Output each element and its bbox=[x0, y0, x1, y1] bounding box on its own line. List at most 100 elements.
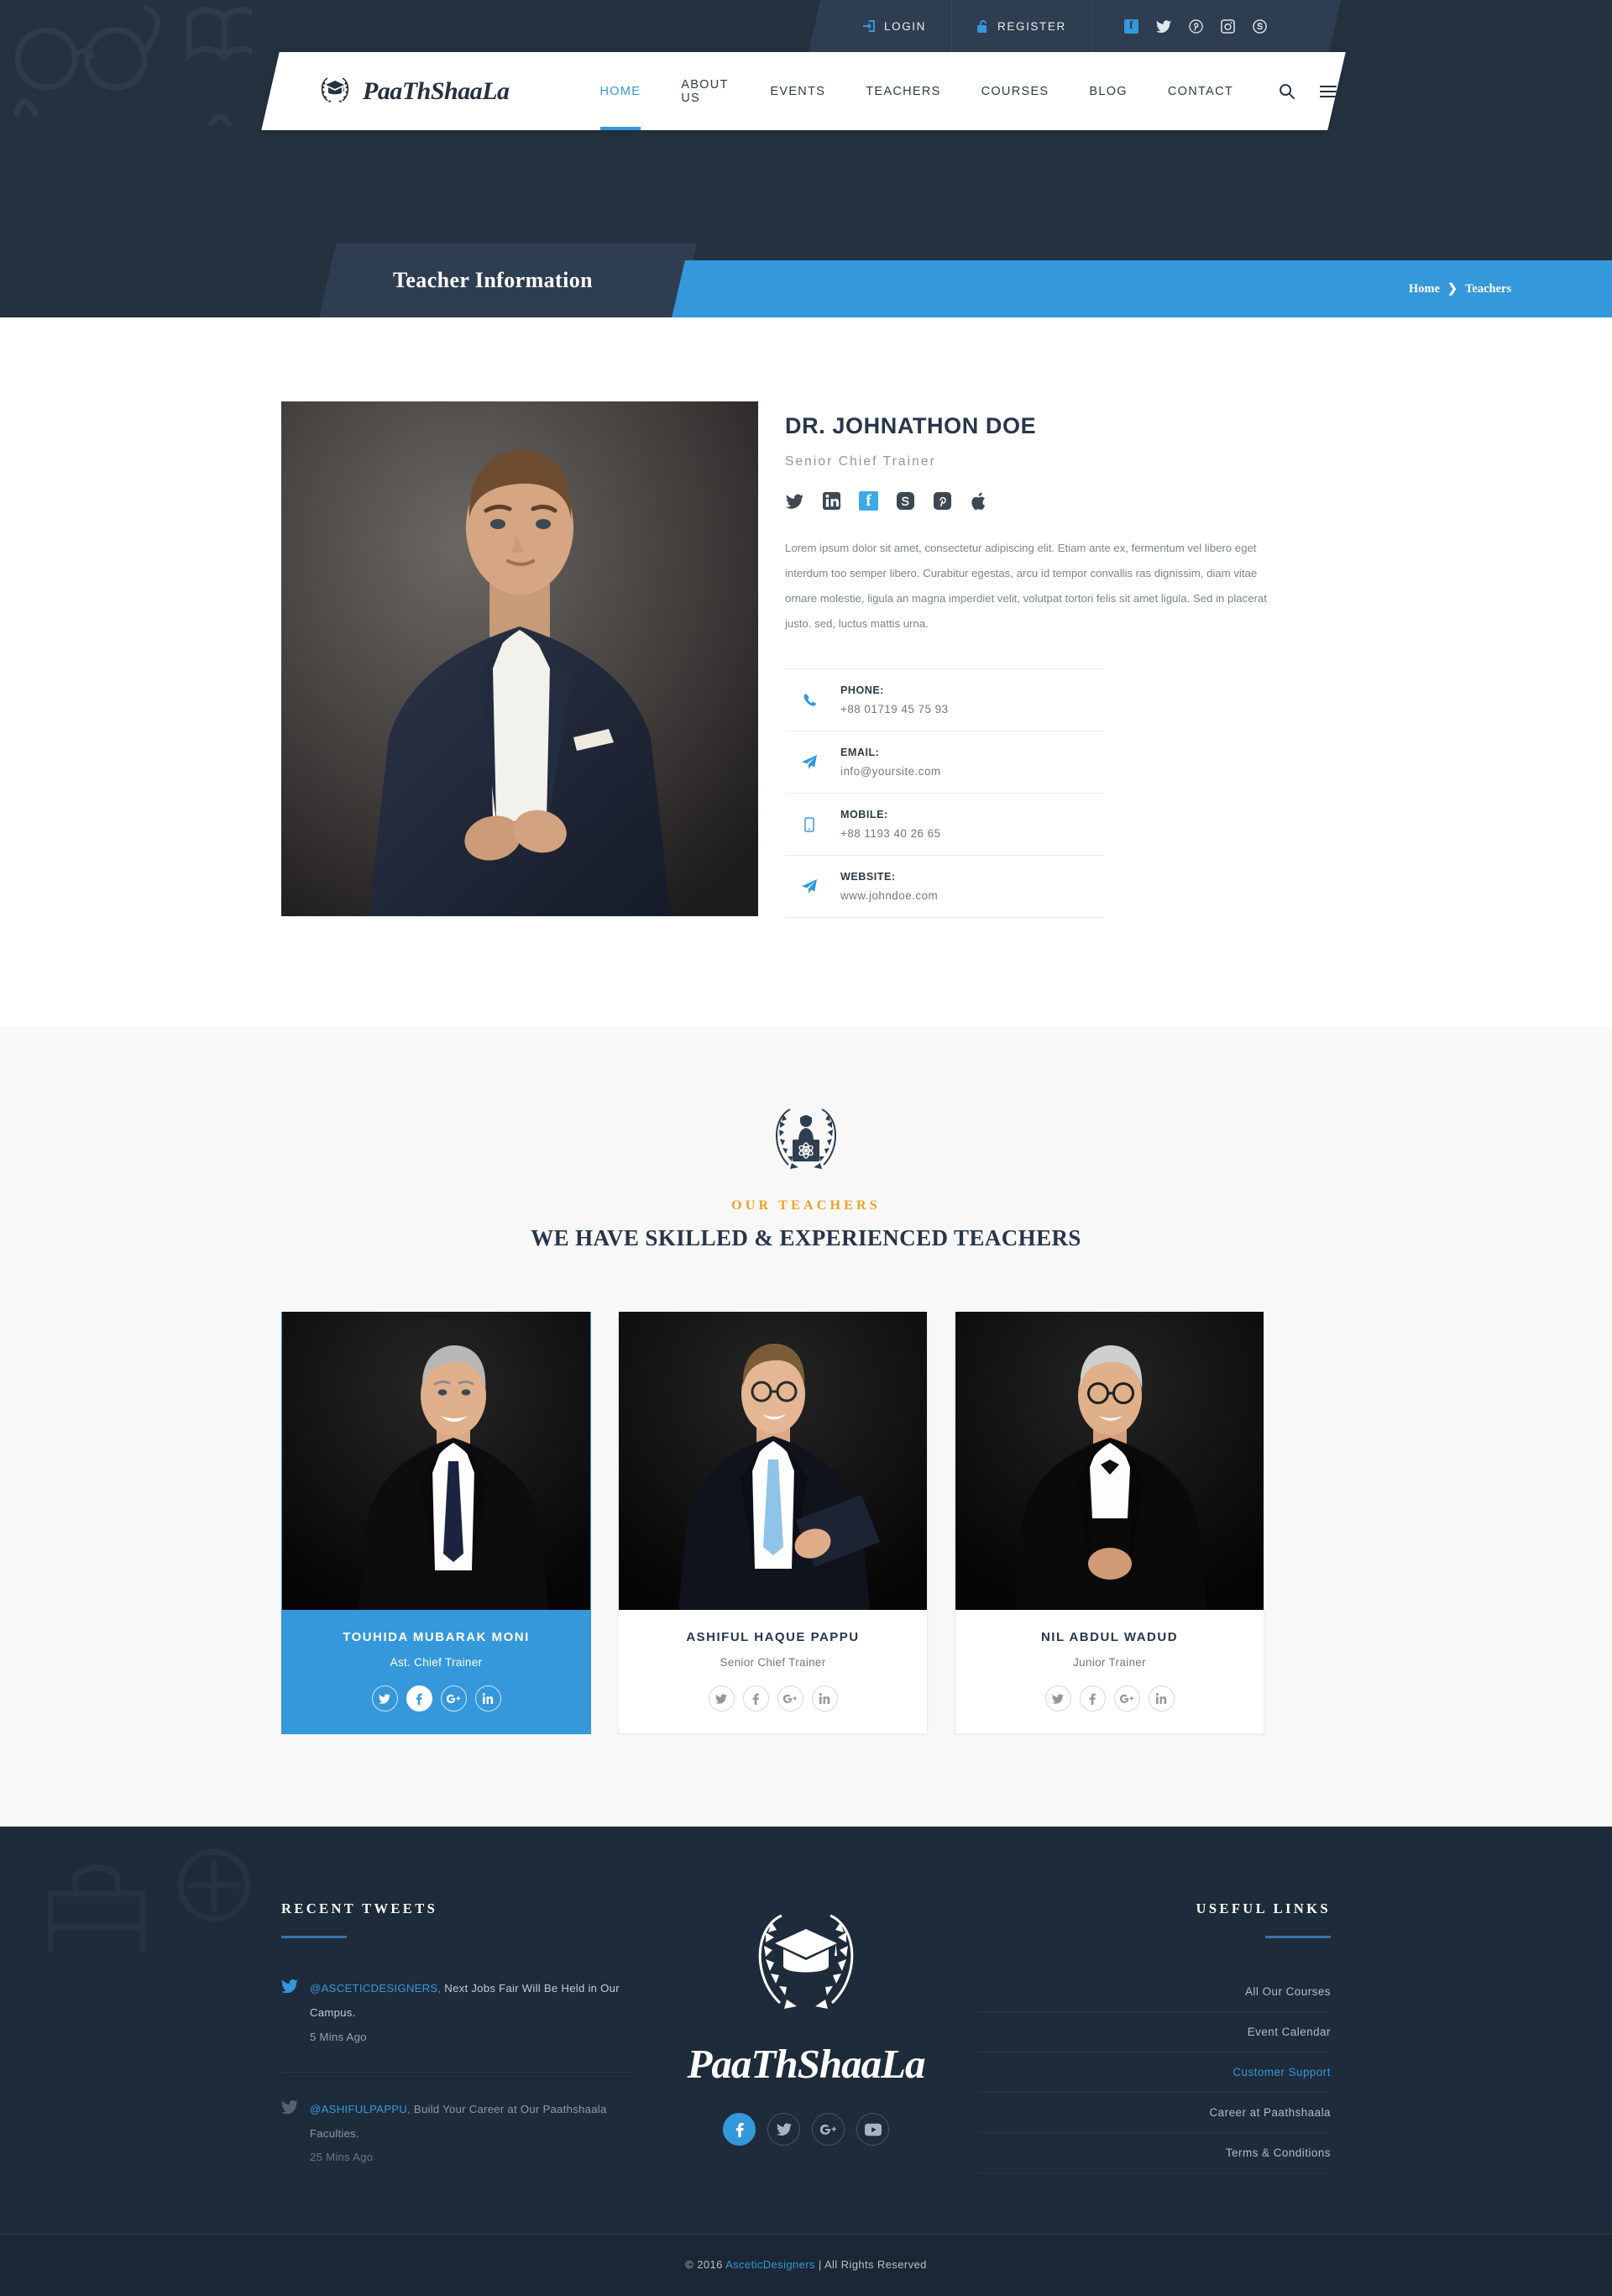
twitter-icon[interactable] bbox=[1044, 1685, 1071, 1712]
teacher-profile-section: DR. JOHNATHON DOE Senior Chief Trainer f bbox=[0, 317, 1612, 1028]
teacher-card[interactable]: NIL ABDUL WADUD Junior Trainer bbox=[955, 1312, 1264, 1735]
topbar-social-list: f bbox=[1092, 18, 1267, 34]
teacher-card-socials bbox=[627, 1685, 919, 1712]
teacher-card[interactable]: TOUHIDA MUBARAK MONI Ast. Chief Trainer bbox=[281, 1312, 591, 1735]
graduation-cap-wreath-icon bbox=[743, 1904, 869, 2030]
skype-icon[interactable] bbox=[1253, 18, 1267, 34]
footer-tweets-column: RECENT TWEETS @ASCETICDESIGNERS, Next Jo… bbox=[281, 1900, 634, 2173]
pinterest-icon[interactable] bbox=[1189, 18, 1203, 34]
twitter-icon bbox=[281, 2098, 298, 2170]
copyright-pre: © 2016 bbox=[685, 2258, 726, 2272]
twitter-icon[interactable] bbox=[785, 491, 804, 511]
contact-value[interactable]: +88 01719 45 75 93 bbox=[840, 703, 949, 716]
contact-value[interactable]: +88 1193 40 26 65 bbox=[840, 827, 941, 840]
breadcrumb-home[interactable]: Home bbox=[1409, 282, 1440, 296]
nav-item-home[interactable]: HOME bbox=[580, 52, 662, 130]
contact-label: EMAIL: bbox=[840, 747, 880, 759]
google-plus-icon[interactable] bbox=[812, 2113, 845, 2147]
google-plus-icon[interactable] bbox=[777, 1685, 803, 1712]
nav-item-events[interactable]: EVENTS bbox=[750, 52, 845, 130]
contact-value[interactable]: info@yoursite.com bbox=[840, 765, 941, 778]
twitter-icon[interactable] bbox=[767, 2113, 800, 2147]
graduation-cap-wreath-icon bbox=[317, 71, 353, 112]
twitter-icon[interactable] bbox=[371, 1685, 398, 1712]
apple-icon[interactable] bbox=[970, 491, 989, 511]
google-plus-icon[interactable] bbox=[1113, 1685, 1140, 1712]
brand-name: PaaThShaaLa bbox=[363, 76, 510, 105]
tweet-time: 25 Mins Ago bbox=[310, 2151, 374, 2164]
recent-tweets-heading: RECENT TWEETS bbox=[281, 1900, 438, 1917]
teacher-card-role: Ast. Chief Trainer bbox=[390, 1656, 483, 1670]
facebook-icon[interactable] bbox=[1079, 1685, 1106, 1712]
copyright-brand-link[interactable]: AsceticDesigners bbox=[725, 2258, 815, 2271]
teacher-card-photo bbox=[955, 1312, 1264, 1611]
unlock-icon bbox=[977, 19, 990, 33]
footer-brand-column: PaaThShaaLa bbox=[634, 1900, 978, 2173]
teacher-role: Senior Chief Trainer bbox=[785, 454, 936, 469]
mobile-icon bbox=[800, 817, 819, 832]
skype-icon[interactable] bbox=[896, 491, 915, 511]
page-banner: Teacher Information Home ❯ Teachers bbox=[0, 244, 1612, 317]
teacher-card-role: Junior Trainer bbox=[1073, 1656, 1146, 1670]
nav-tools bbox=[1279, 83, 1337, 99]
copyright-post: | All Rights Reserved bbox=[814, 2258, 927, 2272]
linkedin-icon[interactable] bbox=[1148, 1685, 1175, 1712]
footer-link-terms-and-conditions[interactable]: Terms & Conditions bbox=[978, 2133, 1331, 2174]
linkedin-icon[interactable] bbox=[474, 1685, 501, 1712]
twitter-icon[interactable] bbox=[708, 1685, 735, 1712]
contact-row-website: WEBSITE: www.johndoe.com bbox=[785, 856, 1104, 919]
breadcrumb-current: Teachers bbox=[1464, 281, 1511, 296]
heading-underline bbox=[281, 1936, 347, 1939]
teacher-card-list: TOUHIDA MUBARAK MONI Ast. Chief Trainer bbox=[281, 1312, 1331, 1735]
login-button[interactable]: LOGIN bbox=[814, 0, 951, 52]
teacher-card[interactable]: ASHIFUL HAQUE PAPPU Senior Chief Trainer bbox=[618, 1312, 928, 1735]
nav-item-teachers[interactable]: TEACHERS bbox=[845, 52, 960, 130]
facebook-icon[interactable]: f bbox=[1123, 18, 1138, 34]
footer-social-list bbox=[723, 2113, 889, 2147]
linkedin-icon[interactable] bbox=[822, 491, 841, 511]
doodle-pattern-background bbox=[0, 0, 252, 126]
linkedin-icon[interactable] bbox=[811, 1685, 838, 1712]
footer-link-all-our-courses[interactable]: All Our Courses bbox=[978, 1972, 1331, 2013]
teacher-card-name: TOUHIDA MUBARAK MONI bbox=[343, 1630, 530, 1645]
hamburger-icon[interactable] bbox=[1320, 85, 1337, 98]
nav-item-about-us[interactable]: ABOUT US bbox=[661, 52, 750, 130]
pinterest-icon[interactable] bbox=[933, 491, 952, 511]
paper-plane-icon bbox=[800, 879, 819, 894]
teacher-social-links: f bbox=[785, 491, 1331, 511]
contact-row-mobile: MOBILE: +88 1193 40 26 65 bbox=[785, 794, 1104, 857]
contact-value[interactable]: www.johndoe.com bbox=[840, 889, 938, 902]
teacher-card-socials bbox=[290, 1685, 582, 1712]
footer-link-customer-support[interactable]: Customer Support bbox=[978, 2052, 1331, 2094]
facebook-icon[interactable] bbox=[723, 2113, 756, 2147]
chevron-right-icon: ❯ bbox=[1447, 281, 1458, 296]
youtube-icon[interactable] bbox=[856, 2113, 889, 2147]
useful-links-list: All Our Courses Event Calendar Customer … bbox=[978, 1972, 1331, 2174]
section-eyebrow: OUR TEACHERS bbox=[731, 1198, 881, 1214]
nav-item-blog[interactable]: BLOG bbox=[1069, 52, 1148, 130]
teacher-card-role: Senior Chief Trainer bbox=[720, 1656, 826, 1670]
contact-label: WEBSITE: bbox=[840, 871, 896, 883]
breadcrumb: Home ❯ Teachers bbox=[672, 260, 1612, 317]
footer-link-event-calendar[interactable]: Event Calendar bbox=[978, 2012, 1331, 2053]
twitter-icon[interactable] bbox=[1155, 19, 1171, 33]
facebook-icon[interactable] bbox=[742, 1685, 769, 1712]
teacher-profile-photo bbox=[281, 401, 758, 916]
useful-links-heading: USEFUL LINKS bbox=[1196, 1900, 1331, 1917]
facebook-icon[interactable] bbox=[406, 1685, 432, 1712]
footer-link-career-at-paathshaala[interactable]: Career at Paathshaala bbox=[978, 2093, 1331, 2134]
register-button[interactable]: REGISTER bbox=[952, 0, 1091, 52]
tweet-handle[interactable]: @ASCETICDESIGNERS, bbox=[310, 1982, 441, 1995]
nav-item-courses[interactable]: COURSES bbox=[961, 52, 1070, 130]
tweet-item: @ASCETICDESIGNERS, Next Jobs Fair Will B… bbox=[281, 1977, 634, 2049]
instagram-icon[interactable] bbox=[1221, 18, 1235, 34]
search-icon[interactable] bbox=[1279, 83, 1295, 99]
copyright-bar: © 2016 AsceticDesigners | All Rights Res… bbox=[0, 2234, 1612, 2296]
brand-logo[interactable]: PaaThShaaLa bbox=[317, 71, 510, 112]
site-footer: RECENT TWEETS @ASCETICDESIGNERS, Next Jo… bbox=[0, 1827, 1612, 2296]
facebook-icon[interactable]: f bbox=[859, 491, 878, 511]
teacher-card-name: NIL ABDUL WADUD bbox=[1040, 1630, 1179, 1645]
nav-item-contact[interactable]: CONTACT bbox=[1148, 52, 1253, 130]
google-plus-icon[interactable] bbox=[440, 1685, 467, 1712]
tweet-handle[interactable]: @ASHIFULPAPPU, bbox=[310, 2103, 411, 2115]
